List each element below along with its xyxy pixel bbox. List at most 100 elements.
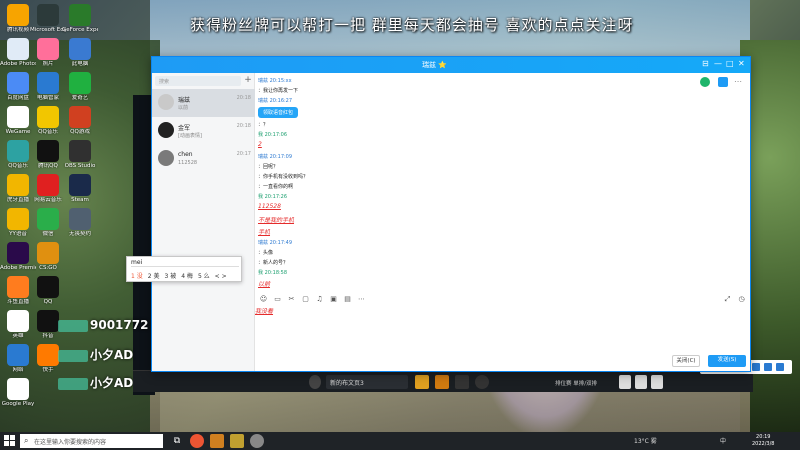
desktop-shortcut-label: QQ音乐 [38,129,58,135]
message-text: 不是我的手机 [258,217,295,224]
video-call-icon[interactable] [718,77,728,87]
red-packet-bubble[interactable]: 领取语音红包 [258,107,299,118]
ime-candidate-box[interactable]: mei 1 没 2 美 3 被 4 梅 5 么 < > [126,256,242,282]
ime-candidate[interactable]: 3 被 [164,273,176,280]
app-icon [37,242,59,264]
app-icon[interactable] [210,434,224,448]
contact-item[interactable]: chen 112528 20:17 [152,145,255,173]
taskbar-search-input[interactable]: ⌕ 在这里输入你要搜索的内容 [20,434,163,448]
app-icon [7,4,29,26]
desktop-shortcut[interactable]: 微信 [30,208,66,238]
windows-start-icon[interactable] [4,435,15,446]
task-view-icon[interactable]: ⧉ [170,434,184,448]
desktop-shortcut-label: 网易云音乐 [34,197,62,203]
desktop-shortcut-label: 此电脑 [71,61,89,67]
ime-candidate[interactable]: 2 美 [148,273,160,280]
source-select[interactable]: 新的布文页3 [326,375,408,389]
desktop-shortcut[interactable]: OBS Studio [62,140,98,170]
message-text: 以前 [258,281,271,288]
app-icon[interactable] [230,434,244,448]
history-icon[interactable]: ◷ [737,295,746,303]
app-icon[interactable] [752,363,760,371]
more-options-icon[interactable]: ⋯ [734,77,744,87]
desktop-shortcut[interactable]: 腾讯QQ [30,140,66,170]
message-sender-time: 我 20:18:58 [258,270,288,276]
desktop-shortcut[interactable]: QQ [30,276,66,306]
maximize-icon[interactable]: □ [726,59,734,68]
message-text[interactable]: 领取语音红包 [258,107,299,118]
clock-date: 2022/3/8 [752,441,775,447]
close-button[interactable]: 关闭(C) [672,355,700,367]
music-icon[interactable]: ♫ [315,295,324,303]
more-icon[interactable]: ⋯ [357,295,366,303]
app-icon[interactable] [250,434,264,448]
app-icon [7,344,29,366]
message-text: ：头像 [258,250,274,256]
weather-text[interactable]: 13°C 雾 [634,436,657,445]
desktop-shortcut[interactable]: CS:GO [30,242,66,272]
message-sender-time: 我 20:17:06 [258,132,288,138]
desktop-shortcut[interactable]: QQ游戏 [62,106,98,136]
desktop-shortcut[interactable]: 爱奇艺 [62,72,98,102]
desktop-shortcut[interactable]: 此电脑 [62,38,98,68]
contact-name: chen [178,151,193,158]
app-icon [69,38,91,60]
desktop-shortcut[interactable]: GeForce Experience [62,4,98,34]
desktop-shortcut[interactable]: 照片 [30,38,66,68]
contact-name: 金军 [178,125,191,132]
ime-candidate[interactable]: 4 梅 [181,273,193,280]
desktop-shortcut[interactable]: Steam [62,174,98,204]
app-icon [7,310,29,332]
settings-icon[interactable] [475,375,489,389]
desktop-shortcut[interactable]: 电脑管家 [30,72,66,102]
app-icon [7,38,29,60]
ime-candidate[interactable]: 5 么 [198,273,210,280]
minimize-icon[interactable]: — [714,59,722,68]
contact-list: 搜索 + 瑞兹 以前 20:18 金军 [动画表情] 20:18 chen 112528 20:… [152,73,255,371]
app-icon [69,140,91,162]
contact-item[interactable]: 金军 [动画表情] 20:18 [152,117,255,145]
overlay-fan-count: 9001772 [58,318,148,332]
desktop-shortcut-label: CS:GO [39,265,57,271]
folder-icon[interactable]: ▢ [301,295,310,303]
desktop-shortcut[interactable]: 网易云音乐 [30,174,66,204]
message-sender-time: 瑞兹 20:17:09 [258,154,293,160]
app-icon[interactable] [190,434,204,448]
add-icon[interactable]: + [243,76,253,86]
ime-indicator[interactable]: 中 [720,436,726,445]
close-icon[interactable]: ✕ [738,59,745,68]
send-button[interactable]: 发送(S) [708,355,746,367]
app-icon [7,378,29,400]
desktop-shortcut[interactable]: Microsoft Edge [30,4,66,34]
game-icon[interactable] [435,375,449,389]
expand-icon[interactable]: ⤢ [723,295,732,303]
chat-title-bar[interactable]: 瑞兹 ⭐ ⊟ — □ ✕ [152,57,750,73]
ime-candidate[interactable]: 1 没 [131,273,143,280]
contact-last-message: 112528 [178,160,198,166]
contact-item[interactable]: 瑞兹 以前 20:18 [152,89,255,117]
voice-call-icon[interactable] [700,77,710,87]
screen-share-icon[interactable]: ▤ [343,295,352,303]
gif-icon[interactable]: ▭ [273,295,282,303]
clock[interactable]: 20:19 2022/3/8 [752,434,774,448]
desktop-shortcut[interactable]: Google Play [0,378,36,408]
record-icon[interactable] [309,375,321,389]
app-icon[interactable] [764,363,772,371]
camera-icon[interactable] [635,375,647,389]
scissors-icon[interactable]: ✂ [287,295,296,303]
app-icon [7,242,29,264]
screen-icon[interactable] [619,375,631,389]
emoji-icon[interactable]: ☺ [259,295,268,303]
avatar [158,150,174,166]
search-input[interactable]: 搜索 [155,76,241,86]
image-icon[interactable]: ▣ [329,295,338,303]
app-icon [69,4,91,26]
app-icon[interactable] [776,363,784,371]
pin-icon[interactable]: ⊟ [702,59,709,68]
pen-icon[interactable] [415,375,429,389]
mic-icon[interactable] [651,375,663,389]
desktop-shortcut[interactable]: QQ音乐 [30,106,66,136]
desktop-shortcut[interactable]: 无畏契约 [62,208,98,238]
ime-page-arrows[interactable]: < > [215,273,227,280]
grid-icon[interactable] [455,375,469,389]
